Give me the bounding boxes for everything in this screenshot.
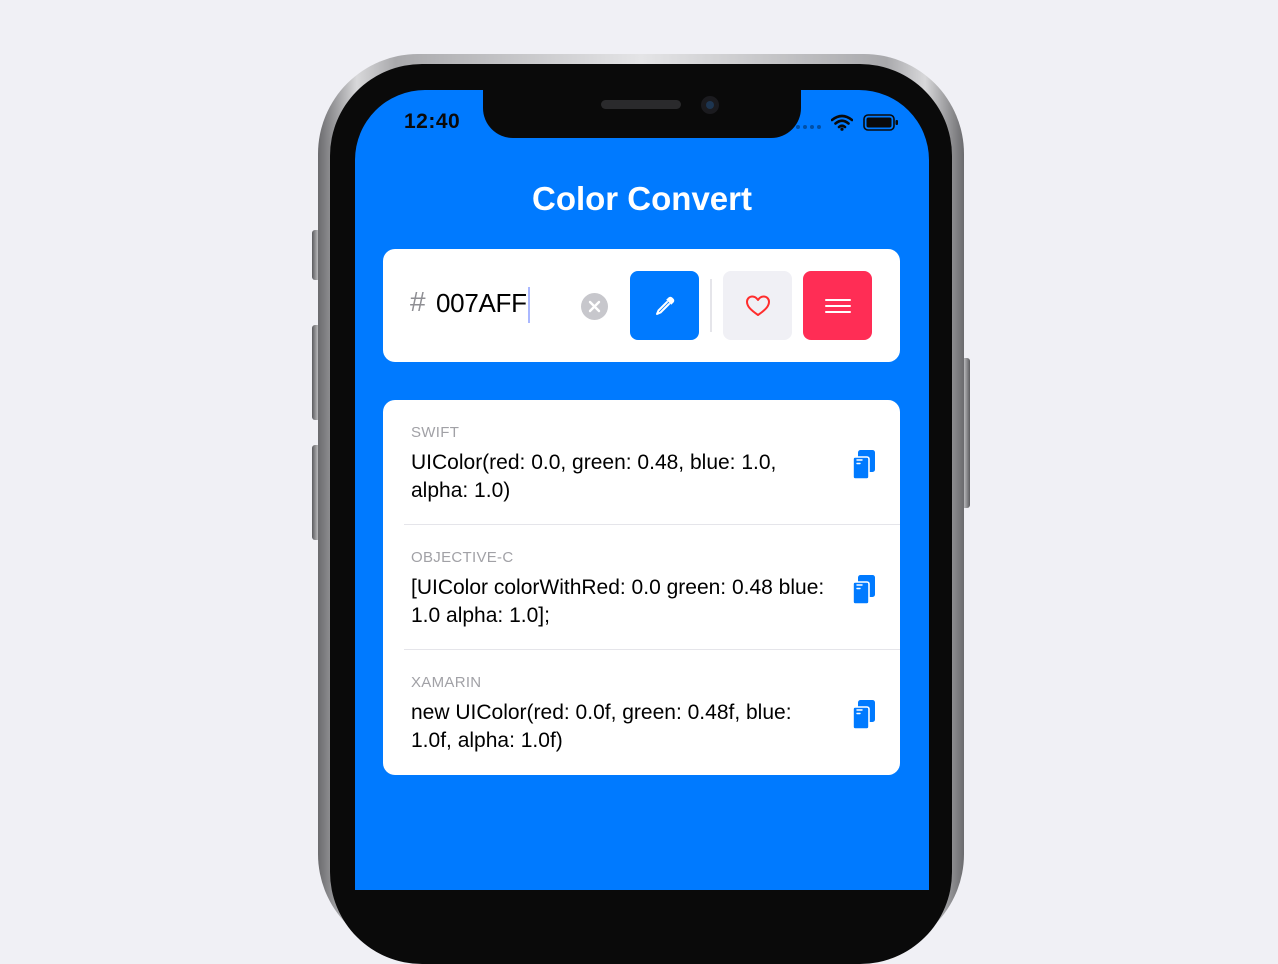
result-row-swift: SWIFT UIColor(red: 0.0, green: 0.48, blu… [383,400,900,525]
battery-icon [863,114,898,131]
result-label: OBJECTIVE-C [411,549,514,566]
hamburger-menu-icon [824,298,851,313]
copy-icon [852,700,875,730]
speaker-grille [601,100,681,109]
result-row-objective-c: OBJECTIVE-C [UIColor colorWithRed: 0.0 g… [383,525,900,650]
eyedropper-icon [655,296,674,315]
status-time: 12:40 [404,110,461,133]
hash-prefix: # [410,286,426,317]
copy-icon [852,575,875,605]
wifi-icon [831,114,853,131]
copy-button-swift[interactable] [849,448,879,482]
clear-circle-icon [588,300,601,313]
signal-icon [796,125,821,129]
notch [483,90,801,138]
favorite-button[interactable] [723,271,792,340]
result-label: XAMARIN [411,674,482,691]
result-code: [UIColor colorWithRed: 0.0 green: 0.48 b… [411,576,825,627]
heart-icon [745,295,770,316]
power-button [964,358,970,508]
volume-up-button [312,325,318,420]
hex-input[interactable]: 007AFF [436,288,527,319]
phone-screen: 12:40 Color Convert # 007AFF SWIFT UICol… [355,90,929,890]
result-row-xamarin: XAMARIN new UIColor(red: 0.0f, green: 0.… [383,650,900,775]
volume-down-button [312,445,318,540]
mute-switch [312,230,318,280]
text-caret [528,287,530,323]
result-code: UIColor(red: 0.0, green: 0.48, blue: 1.0… [411,451,777,502]
copy-icon [852,450,875,480]
button-divider [710,279,712,332]
copy-button-objective-c[interactable] [849,573,879,607]
copy-button-xamarin[interactable] [849,698,879,732]
result-label: SWIFT [411,424,460,441]
results-card: SWIFT UIColor(red: 0.0, green: 0.48, blu… [383,400,900,775]
result-code: new UIColor(red: 0.0f, green: 0.48f, blu… [411,701,792,752]
color-input-card: # 007AFF [383,249,900,362]
clear-button[interactable] [581,293,608,320]
front-camera [701,96,719,114]
color-picker-button[interactable] [630,271,699,340]
menu-button[interactable] [803,271,872,340]
app-title: Color Convert [531,180,752,217]
